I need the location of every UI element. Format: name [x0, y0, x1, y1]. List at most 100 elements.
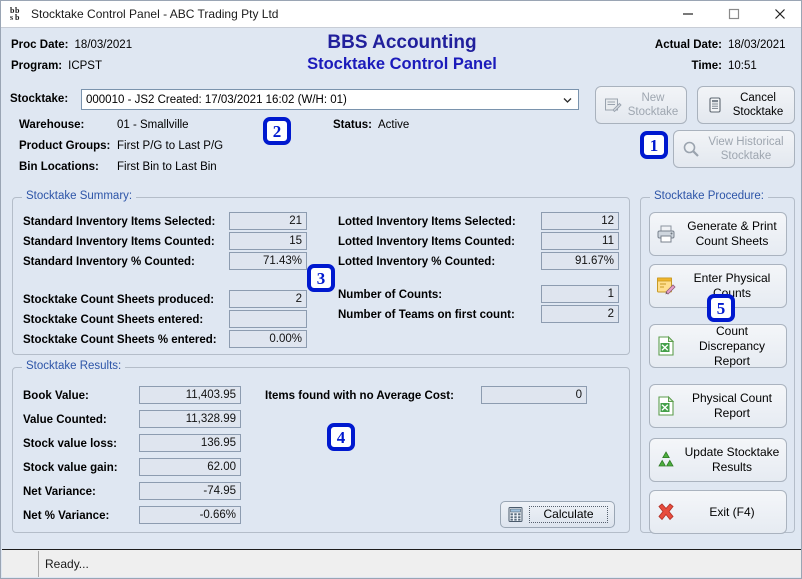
summary-left-label-4: Stocktake Count Sheets entered:	[23, 314, 204, 326]
spreadsheet-icon	[650, 395, 682, 417]
application-window: b b s b Stocktake Control Panel - ABC Tr…	[0, 0, 802, 579]
stocktake-info: Warehouse: 01 - Smallville Product Group…	[19, 114, 223, 177]
new-stocktake-label: New Stocktake	[627, 92, 679, 118]
status-label: Status:	[333, 118, 372, 131]
results-value-3[interactable]: 62.00	[139, 458, 241, 476]
results-group-title: Stocktake Results:	[22, 360, 126, 372]
bin-locations-value: First Bin to Last Bin	[117, 160, 217, 173]
results-label-5: Net % Variance:	[23, 510, 110, 522]
summary-left-value-5[interactable]: 0.00%	[229, 330, 307, 348]
summary-left-value-0[interactable]: 21	[229, 212, 307, 230]
summary-right-value-2[interactable]: 91.67%	[541, 252, 619, 270]
svg-text:b: b	[15, 13, 20, 22]
app-logo-icon: b b s b	[9, 6, 25, 22]
window-title: Stocktake Control Panel - ABC Trading Pt…	[31, 7, 279, 21]
results-label-3: Stock value gain:	[23, 462, 118, 474]
results-label-0: Book Value:	[23, 390, 89, 402]
results-label-2: Stock value loss:	[23, 438, 117, 450]
product-groups-label: Product Groups:	[19, 139, 111, 152]
spreadsheet-icon	[650, 335, 682, 357]
view-historical-label: View Historical Stocktake	[708, 136, 784, 162]
stocktake-procedure-group: Stocktake Procedure: Generate & Print Cou…	[640, 190, 795, 534]
clipboard-icon	[702, 96, 728, 114]
summary-right-value-1[interactable]: 11	[541, 232, 619, 250]
no-average-cost-label: Items found with no Average Cost:	[265, 390, 454, 402]
program-value: ICPST	[68, 59, 102, 72]
calculate-button[interactable]: Calculate	[500, 501, 615, 528]
annotation-badge-3: 3	[307, 264, 335, 292]
results-value-0[interactable]: 11,403.95	[139, 386, 241, 404]
summary-right-label-4: Number of Teams on first count:	[338, 309, 515, 321]
title-bar: b b s b Stocktake Control Panel - ABC Tr…	[1, 1, 801, 28]
maximize-button[interactable]	[711, 1, 757, 27]
header-band: Proc Date: 18/03/2021 Program: ICPST BBS…	[2, 28, 801, 84]
annotation-badge-2: 2	[263, 117, 291, 145]
exit-button[interactable]: Exit (F4)	[649, 490, 787, 534]
no-average-cost-value[interactable]: 0	[481, 386, 587, 404]
procedure-group-title: Stocktake Procedure:	[650, 190, 768, 202]
note-pencil-icon	[650, 275, 682, 297]
results-value-1[interactable]: 11,328.99	[139, 410, 241, 428]
generate-print-count-sheets-button[interactable]: Generate & Print Count Sheets	[649, 212, 787, 256]
cancel-stocktake-button[interactable]: Cancel Stocktake	[697, 86, 795, 124]
results-label-1: Value Counted:	[23, 414, 107, 426]
count-discrepancy-report-label: Count Discrepancy Report	[698, 323, 766, 368]
program-label: Program:	[11, 59, 63, 72]
summary-right-label-1: Lotted Inventory Items Counted:	[338, 236, 515, 248]
summary-right-value-0[interactable]: 12	[541, 212, 619, 230]
summary-left-value-1[interactable]: 15	[229, 232, 307, 250]
update-stocktake-results-label: Update Stocktake Results	[684, 445, 780, 474]
calculator-icon	[501, 506, 529, 523]
red-x-icon	[650, 501, 682, 523]
summary-right-label-2: Lotted Inventory % Counted:	[338, 256, 496, 268]
count-discrepancy-report-button[interactable]: Count Discrepancy Report	[649, 324, 787, 368]
bin-locations-row: Bin Locations: First Bin to Last Bin	[19, 156, 223, 177]
summary-right-label-0: Lotted Inventory Items Selected:	[338, 216, 516, 228]
new-stocktake-button[interactable]: New Stocktake	[595, 86, 687, 124]
status-message: Ready...	[38, 550, 801, 577]
minimize-button[interactable]	[665, 1, 711, 27]
exit-label: Exit (F4)	[709, 504, 755, 519]
annotation-badge-4: 4	[327, 423, 355, 451]
magnifier-icon	[678, 140, 704, 158]
warehouse-value: 01 - Smallville	[117, 118, 189, 131]
warehouse-label: Warehouse:	[19, 118, 85, 131]
stocktake-select[interactable]: 000010 - JS2 Created: 17/03/2021 16:02 (…	[81, 89, 579, 110]
chevron-down-icon	[563, 95, 572, 104]
new-document-icon	[600, 96, 626, 114]
results-value-5[interactable]: -0.66%	[139, 506, 241, 524]
results-value-2[interactable]: 136.95	[139, 434, 241, 452]
close-button[interactable]	[757, 1, 801, 27]
summary-group-title: Stocktake Summary:	[22, 190, 137, 202]
summary-left-value-2[interactable]: 71.43%	[229, 252, 307, 270]
time-value: 10:51	[728, 59, 757, 72]
stocktake-select-value: 000010 - JS2 Created: 17/03/2021 16:02 (…	[86, 93, 347, 106]
cancel-stocktake-label: Cancel Stocktake	[732, 92, 784, 118]
summary-left-value-4[interactable]	[229, 310, 307, 328]
proc-date-label: Proc Date:	[11, 38, 69, 51]
summary-left-label-2: Standard Inventory % Counted:	[23, 256, 195, 268]
summary-left-value-3[interactable]: 2	[229, 290, 307, 308]
printer-icon	[650, 223, 682, 245]
status-row: Status: Active	[333, 114, 409, 135]
update-stocktake-results-button[interactable]: Update Stocktake Results	[649, 438, 787, 482]
actual-date-label: Actual Date:	[654, 38, 722, 51]
physical-count-report-label: Physical Count Report	[691, 391, 773, 420]
status-bar-spacer	[2, 551, 38, 577]
status-value: Active	[377, 118, 410, 131]
product-groups-row: Product Groups: First P/G to Last P/G	[19, 135, 223, 156]
actual-date-value: 18/03/2021	[728, 38, 786, 51]
summary-right-value-4[interactable]: 2	[541, 305, 619, 323]
stocktake-label: Stocktake:	[10, 93, 69, 105]
recycle-icon	[650, 449, 682, 471]
window-controls	[665, 1, 801, 27]
calculate-label: Calculate	[529, 506, 608, 523]
summary-left-label-5: Stocktake Count Sheets % entered:	[23, 334, 217, 346]
product-groups-value: First P/G to Last P/G	[117, 139, 224, 152]
summary-left-label-1: Standard Inventory Items Counted:	[23, 236, 215, 248]
view-historical-stocktake-button[interactable]: View Historical Stocktake	[673, 130, 795, 168]
summary-right-value-3[interactable]: 1	[541, 285, 619, 303]
generate-print-count-sheets-label: Generate & Print Count Sheets	[687, 219, 777, 248]
results-value-4[interactable]: -74.95	[139, 482, 241, 500]
physical-count-report-button[interactable]: Physical Count Report	[649, 384, 787, 428]
